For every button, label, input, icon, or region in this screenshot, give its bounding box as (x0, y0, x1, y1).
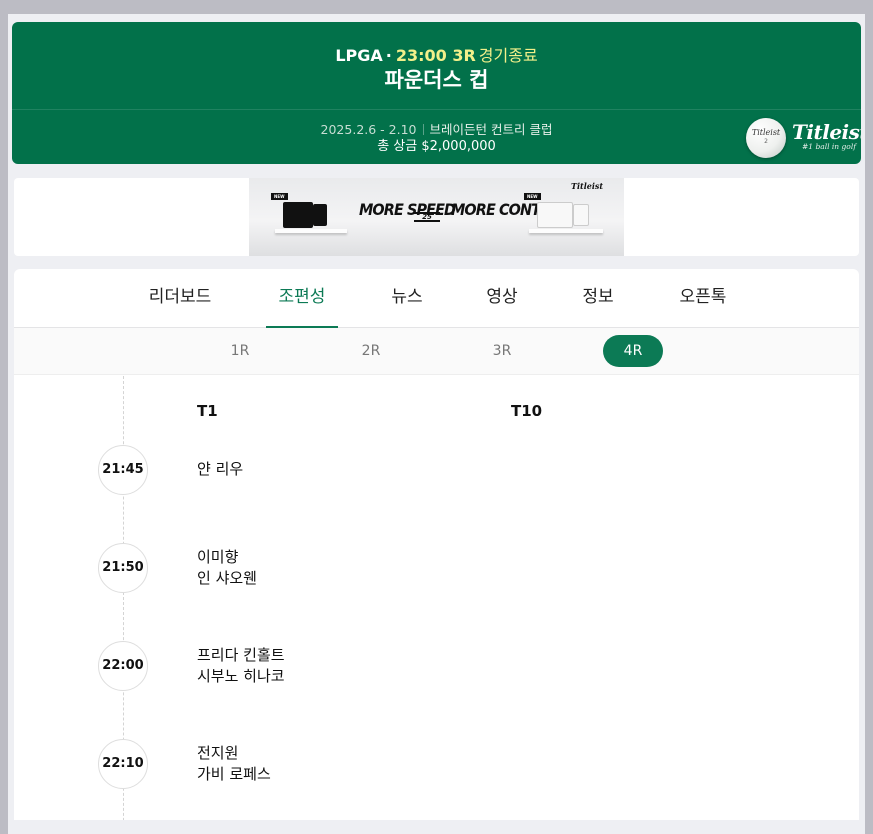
new-tag-left: NEW (271, 193, 288, 200)
content-card: 리더보드 조편성 뉴스 영상 정보 오픈톡 1R 2R 3R 4R T1 T10… (14, 269, 859, 820)
golf-ball-image: Titleist 2 (746, 118, 786, 158)
sponsor-logo[interactable]: Titleist (792, 122, 861, 142)
ad-banner[interactable]: NEW MORE SPEED 25 MORE CONTROL NEW Title… (249, 178, 624, 256)
shelf-left (275, 229, 347, 233)
round-3r[interactable]: 3R (472, 335, 532, 367)
round-1r[interactable]: 1R (210, 335, 270, 367)
tee-header-t10: T10 (511, 402, 543, 420)
player-group: 프리다 킨홀트 시부노 히나코 (197, 645, 285, 687)
tee-time: 22:10 (98, 739, 148, 789)
shelf-right (529, 229, 603, 233)
product-box-light-side (573, 204, 589, 226)
tee-time: 22:00 (98, 641, 148, 691)
tournament-title: 파운더스 컵 (384, 68, 489, 92)
round-selector: 1R 2R 3R 4R (14, 328, 859, 375)
tournament-header: LPGA · 23:00 3R 경기종료 파운더스 컵 2025.2.6 - 2.10… (12, 22, 861, 164)
product-box-dark (283, 202, 313, 228)
tab-pairings[interactable]: 조편성 (266, 269, 338, 329)
round-4r[interactable]: 4R (603, 335, 663, 367)
main-tabs: 리더보드 조편성 뉴스 영상 정보 오픈톡 (14, 269, 859, 329)
meta-separator (422, 124, 424, 135)
new-tag-right: NEW (524, 193, 541, 200)
status-time-round: 23:00 3R (395, 46, 476, 65)
ad-banner-container: NEW MORE SPEED 25 MORE CONTROL NEW Title… (14, 178, 859, 256)
tab-opentalk[interactable]: 오픈톡 (664, 269, 742, 328)
ad-slogan-speed: MORE SPEED (359, 200, 456, 219)
tour-name: LPGA (335, 46, 383, 65)
status-dot: · (385, 46, 392, 65)
player-name[interactable]: 시부노 히나코 (197, 666, 285, 687)
tee-header-t1: T1 (197, 402, 218, 420)
player-name[interactable]: 가비 로페스 (197, 764, 271, 785)
player-name[interactable]: 프리다 킨홀트 (197, 645, 285, 666)
tee-time: 21:50 (98, 543, 148, 593)
player-name[interactable]: 인 샤오웬 (197, 568, 257, 589)
tab-leaderboard[interactable]: 리더보드 (137, 269, 223, 328)
tab-news[interactable]: 뉴스 (380, 269, 434, 328)
tab-video[interactable]: 영상 (475, 269, 529, 328)
ball-number: 2 (764, 138, 768, 145)
tee-time: 21:45 (98, 445, 148, 495)
status-state: 경기종료 (478, 46, 538, 65)
player-group: 전지원 가비 로페스 (197, 743, 271, 785)
player-group: 이미향 인 샤오웬 (197, 547, 257, 589)
tab-info[interactable]: 정보 (571, 269, 625, 328)
tournament-prize: 총 상금 $2,000,000 (377, 139, 496, 154)
ball-brand-text: Titleist (751, 128, 781, 137)
sponsor-tagline: #1 ball in golf (802, 142, 856, 151)
ad-center-mark: 25 (414, 212, 440, 222)
player-name[interactable]: 얀 리우 (197, 459, 243, 480)
player-name[interactable]: 전지원 (197, 743, 271, 764)
product-box-dark-side (313, 204, 327, 226)
ad-brand-logo: Titleist (571, 181, 604, 191)
product-box-light (537, 202, 573, 228)
tournament-status: LPGA · 23:00 3R 경기종료 (12, 42, 861, 66)
player-name[interactable]: 이미향 (197, 547, 257, 568)
round-2r[interactable]: 2R (341, 335, 401, 367)
player-group: 얀 리우 (197, 459, 243, 480)
header-divider (12, 109, 861, 110)
